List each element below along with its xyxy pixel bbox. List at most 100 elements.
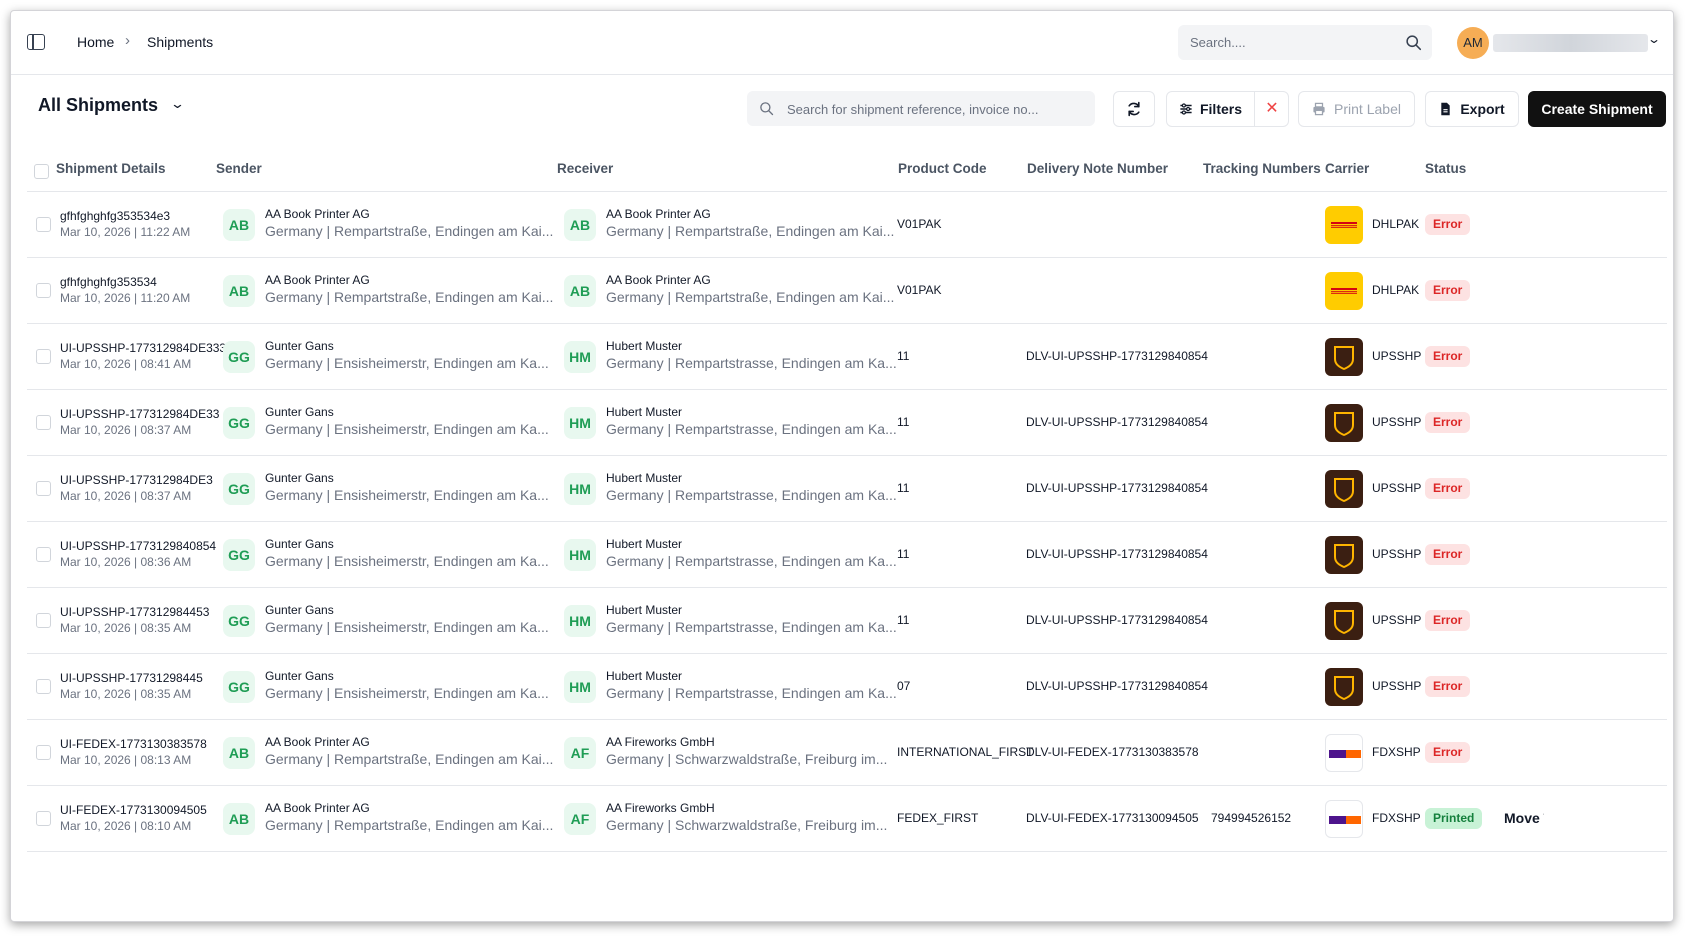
- sender-avatar: GG: [223, 407, 255, 439]
- shipment-reference[interactable]: UI-FEDEX-1773130383578: [60, 737, 207, 751]
- shipment-reference[interactable]: gfhfghghfg353534: [60, 275, 157, 289]
- sender-name: AA Book Printer AG: [265, 273, 370, 287]
- table-row[interactable]: UI-UPSSHP-177312984DE3 Mar 10, 2026 | 08:…: [27, 456, 1667, 522]
- table-row[interactable]: UI-UPSSHP-1773129840854 Mar 10, 2026 | 08…: [27, 522, 1667, 588]
- global-search-input[interactable]: Search....: [1178, 25, 1432, 60]
- row-checkbox[interactable]: [36, 349, 51, 364]
- table-row[interactable]: UI-UPSSHP-17731298445 Mar 10, 2026 | 08:3…: [27, 654, 1667, 720]
- row-checkbox[interactable]: [36, 679, 51, 694]
- column-header-receiver[interactable]: Receiver: [557, 161, 613, 176]
- create-shipment-button[interactable]: Create Shipment: [1528, 91, 1666, 127]
- ups-logo-icon: [1325, 404, 1363, 442]
- carrier-name: UPSSHP: [1372, 349, 1422, 363]
- ups-logo-icon: [1325, 668, 1363, 706]
- shipment-reference[interactable]: UI-UPSSHP-177312984DE33: [60, 407, 219, 421]
- product-code: 11: [897, 547, 910, 561]
- sidebar-toggle-icon[interactable]: [27, 34, 45, 50]
- row-checkbox[interactable]: [36, 745, 51, 760]
- shipment-reference[interactable]: UI-UPSSHP-17731298445: [60, 671, 203, 685]
- receiver-address: Germany | Rempartstrasse, Endingen am Ka…: [606, 619, 897, 635]
- row-action-button[interactable]: Move T: [1504, 810, 1544, 826]
- shipment-date: Mar 10, 2026 | 08:36 AM: [60, 555, 192, 569]
- column-header-tracking-numbers[interactable]: Tracking Numbers: [1203, 161, 1321, 176]
- sender-address: Germany | Ensisheimerstr, Endingen am Ka…: [265, 421, 549, 437]
- sender-name: AA Book Printer AG: [265, 801, 370, 815]
- fedex-logo-icon: [1325, 734, 1363, 772]
- refresh-button[interactable]: [1113, 91, 1155, 127]
- table-row[interactable]: UI-UPSSHP-177312984DE333 Mar 10, 2026 | 0…: [27, 324, 1667, 390]
- sender-name: Gunter Gans: [265, 603, 334, 617]
- sender-address: Germany | Ensisheimerstr, Endingen am Ka…: [265, 355, 549, 371]
- shipment-reference[interactable]: UI-UPSSHP-1773129840854: [60, 539, 216, 553]
- column-header-sender[interactable]: Sender: [216, 161, 262, 176]
- filters-button[interactable]: Filters: [1167, 92, 1255, 126]
- sender-avatar: AB: [223, 209, 255, 241]
- status-badge: Error: [1425, 610, 1471, 631]
- receiver-name: Hubert Muster: [606, 669, 683, 683]
- row-checkbox[interactable]: [36, 217, 51, 232]
- column-header-shipment-details[interactable]: Shipment Details: [56, 161, 166, 176]
- tracking-number[interactable]: 794994526152: [1211, 811, 1291, 825]
- shipment-reference[interactable]: UI-UPSSHP-177312984DE3: [60, 473, 213, 487]
- shipment-reference[interactable]: UI-UPSSHP-177312984DE333: [60, 341, 226, 355]
- table-row[interactable]: UI-UPSSHP-177312984DE33 Mar 10, 2026 | 08…: [27, 390, 1667, 456]
- row-checkbox[interactable]: [36, 613, 51, 628]
- sender-name: Gunter Gans: [265, 537, 334, 551]
- receiver-name: Hubert Muster: [606, 405, 683, 419]
- sender-avatar: GG: [223, 539, 255, 571]
- shipment-date: Mar 10, 2026 | 11:22 AM: [60, 225, 191, 239]
- shipment-search-input[interactable]: Search for shipment reference, invoice n…: [747, 91, 1095, 126]
- sender-avatar: AB: [223, 803, 255, 835]
- table-row[interactable]: UI-FEDEX-1773130094505 Mar 10, 2026 | 08:…: [27, 786, 1667, 852]
- search-icon: [760, 102, 774, 116]
- breadcrumb-current: Shipments: [147, 34, 214, 50]
- sender-avatar: GG: [223, 341, 255, 373]
- sender-address: Germany | Rempartstraße, Endingen am Kai…: [265, 817, 554, 833]
- dhl-logo-icon: [1325, 272, 1363, 310]
- status-badge: Error: [1425, 412, 1471, 433]
- sender-avatar: GG: [223, 605, 255, 637]
- column-header-carrier[interactable]: Carrier: [1325, 161, 1369, 176]
- receiver-avatar: AF: [564, 803, 596, 835]
- receiver-address: Germany | Schwarzwaldstraße, Freiburg im…: [606, 817, 888, 833]
- shipment-reference[interactable]: UI-FEDEX-1773130094505: [60, 803, 207, 817]
- sender-address: Germany | Ensisheimerstr, Endingen am Ka…: [265, 487, 549, 503]
- receiver-avatar: HM: [564, 539, 596, 571]
- chevron-down-icon[interactable]: ⌄: [1647, 32, 1661, 46]
- carrier-name: FDXSHP: [1372, 811, 1421, 825]
- table-row[interactable]: UI-FEDEX-1773130383578 Mar 10, 2026 | 08:…: [27, 720, 1667, 786]
- print-label-button[interactable]: Print Label: [1298, 91, 1415, 127]
- carrier-name: UPSSHP: [1372, 547, 1422, 561]
- delivery-note-number: DLV-UI-UPSSHP-1773129840854: [1026, 547, 1208, 561]
- shipment-reference[interactable]: UI-UPSSHP-177312984453: [60, 605, 209, 619]
- row-checkbox[interactable]: [36, 481, 51, 496]
- shipment-date: Mar 10, 2026 | 08:35 AM: [60, 687, 192, 701]
- export-button[interactable]: Export: [1425, 91, 1519, 127]
- delivery-note-number: DLV-UI-FEDEX-1773130094505: [1026, 811, 1199, 825]
- chevron-right-icon: ›: [125, 32, 130, 49]
- column-header-delivery-note[interactable]: Delivery Note Number: [1027, 161, 1168, 176]
- row-checkbox[interactable]: [36, 415, 51, 430]
- shipment-reference[interactable]: gfhfghghfg353534e3: [60, 209, 170, 223]
- table-row[interactable]: UI-UPSSHP-177312984453 Mar 10, 2026 | 08:…: [27, 588, 1667, 654]
- status-badge: Error: [1425, 544, 1471, 565]
- table-row[interactable]: gfhfghghfg353534 Mar 10, 2026 | 11:20 AM A…: [27, 258, 1667, 324]
- file-icon: [1441, 102, 1451, 116]
- dhl-logo-icon: [1325, 206, 1363, 244]
- row-checkbox[interactable]: [36, 547, 51, 562]
- delivery-note-number: DLV-UI-UPSSHP-1773129840854: [1026, 613, 1208, 627]
- table-row[interactable]: gfhfghghfg353534e3 Mar 10, 2026 | 11:22 A…: [27, 192, 1667, 258]
- row-checkbox[interactable]: [36, 811, 51, 826]
- column-header-product-code[interactable]: Product Code: [898, 161, 987, 176]
- column-header-status[interactable]: Status: [1425, 161, 1466, 176]
- clear-filters-icon[interactable]: ✕: [1255, 92, 1289, 126]
- avatar[interactable]: AM: [1457, 27, 1489, 59]
- view-title[interactable]: All Shipments: [38, 95, 158, 116]
- select-all-checkbox[interactable]: [34, 164, 49, 179]
- chevron-down-icon[interactable]: ⌄: [170, 96, 185, 112]
- row-checkbox[interactable]: [36, 283, 51, 298]
- filters-group: Filters ✕: [1166, 91, 1289, 127]
- breadcrumb-home[interactable]: Home: [77, 34, 114, 50]
- shipment-date: Mar 10, 2026 | 11:20 AM: [60, 291, 191, 305]
- search-icon[interactable]: [1405, 34, 1422, 51]
